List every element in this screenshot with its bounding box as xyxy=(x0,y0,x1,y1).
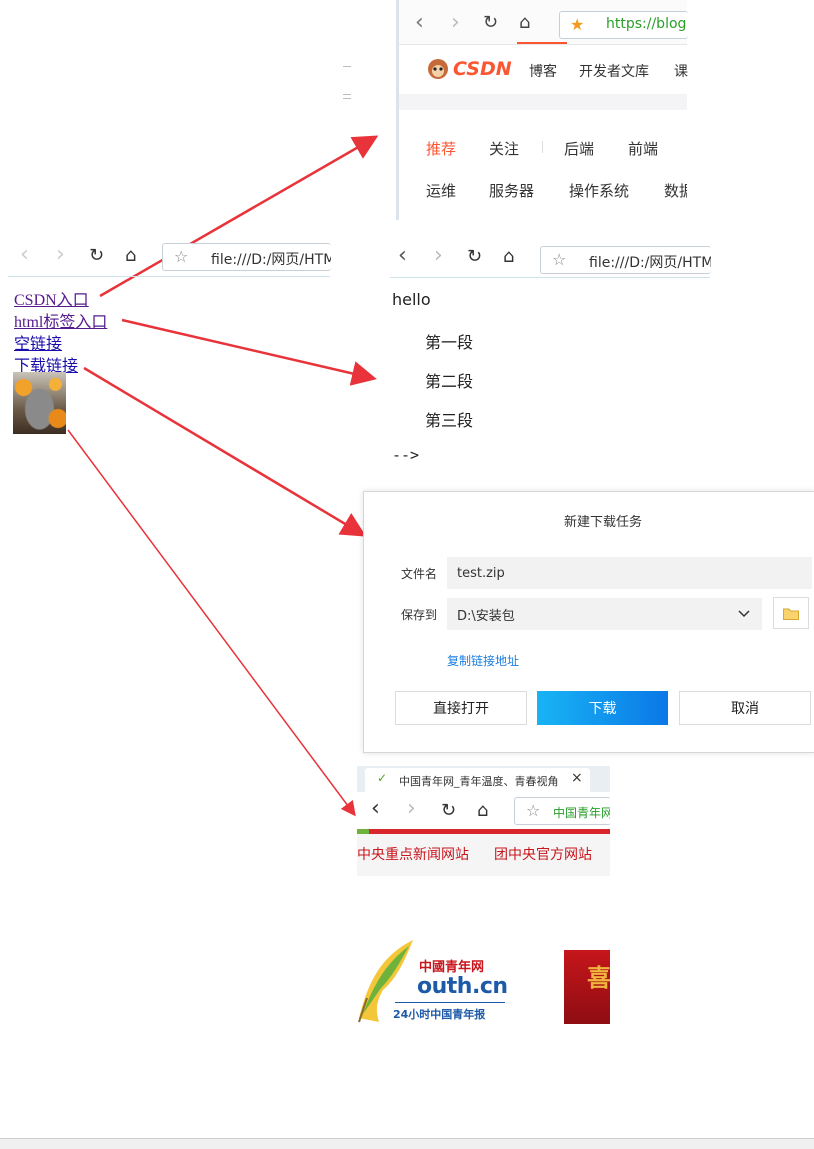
nav-league-site[interactable]: 团中央官方网站 xyxy=(494,844,592,864)
html-browser-window: ‹ › ↻ ⌂ ☆ file:///D:/网页/HTML hello 第一段 第… xyxy=(390,240,711,470)
dialog-title: 新建下载任务 xyxy=(564,515,643,530)
nav-central-news[interactable]: 中央重点新闻网站 xyxy=(357,844,469,864)
saveto-label: 保存到 xyxy=(401,608,438,622)
csdn-url-text: https://blog xyxy=(606,16,686,32)
csdn-logo: CSDN xyxy=(427,58,512,80)
forward-icon[interactable]: › xyxy=(56,242,65,267)
reload-icon[interactable]: ↻ xyxy=(483,12,498,33)
reload-icon[interactable]: ↻ xyxy=(89,245,104,266)
forward-icon[interactable]: › xyxy=(451,10,460,35)
divider-mark xyxy=(343,94,351,95)
tab-title: 中国青年网_青年温度、青春视角 xyxy=(399,775,559,788)
download-button[interactable]: 下载 xyxy=(537,691,668,725)
tab-server[interactable]: 服务器 xyxy=(489,180,534,201)
csdn-brand: CSDN xyxy=(453,58,512,80)
youth-url-text: 中国青年网 xyxy=(553,806,610,820)
banner-char: 喜 xyxy=(587,964,610,992)
divider-mark xyxy=(343,98,351,99)
logo-main-text: outh.cn xyxy=(417,974,508,999)
home-icon[interactable]: ⌂ xyxy=(477,800,488,821)
html-url-bar[interactable]: ☆ file:///D:/网页/HTML xyxy=(540,246,711,274)
filename-label: 文件名 xyxy=(401,567,438,581)
open-directly-button[interactable]: 直接打开 xyxy=(395,691,527,725)
csdn-browser-window: ‹ › ↻ ⌂ ★ https://blog CSDN 博客 开发者文库 课 推… xyxy=(396,0,688,220)
paragraph-2: 第二段 xyxy=(425,372,474,391)
main-url-bar[interactable]: ☆ file:///D:/网页/HTML xyxy=(162,243,331,271)
saveto-select[interactable]: D:\安装包 xyxy=(447,598,762,630)
top-nav-library[interactable]: 开发者文库 xyxy=(579,61,649,81)
browser-tab[interactable]: ✓ 中国青年网_青年温度、青春视角 × xyxy=(365,768,590,792)
back-icon[interactable]: ‹ xyxy=(371,796,380,821)
youth-favicon-icon: ✓ xyxy=(377,771,388,785)
reload-icon[interactable]: ↻ xyxy=(441,800,456,821)
html-url-text: file:///D:/网页/HTML xyxy=(589,255,711,271)
saveto-value: D:\安装包 xyxy=(457,608,515,624)
link-csdn[interactable]: CSDN入口 xyxy=(14,286,89,310)
tab-follow[interactable]: 关注 xyxy=(489,138,519,159)
logo-top-text: 中國青年网 xyxy=(419,960,485,975)
chevron-down-icon xyxy=(738,610,750,618)
tab-data[interactable]: 数据 xyxy=(664,180,687,201)
reload-icon[interactable]: ↻ xyxy=(467,246,482,267)
top-nav-course[interactable]: 课 xyxy=(674,61,688,81)
home-icon[interactable]: ⌂ xyxy=(125,245,136,266)
hello-text: hello xyxy=(392,290,431,309)
arrow-image xyxy=(67,429,356,817)
festive-banner[interactable]: 喜 xyxy=(564,950,610,1024)
forward-icon[interactable]: › xyxy=(407,796,416,821)
youth-logo: 中國青年网 outh.cn 24小时中国青年报 xyxy=(357,938,517,1024)
image-link-thumbnail[interactable] xyxy=(13,372,66,434)
tab-frontend[interactable]: 前端 xyxy=(628,138,658,159)
home-icon[interactable]: ⌂ xyxy=(503,246,514,267)
comment-end-text: --> xyxy=(392,446,420,464)
star-icon[interactable]: ★ xyxy=(570,15,584,34)
youth-url-bar[interactable]: ☆ 中国青年网 xyxy=(514,797,610,825)
filename-field[interactable]: test.zip xyxy=(447,557,812,589)
browse-folder-button[interactable] xyxy=(773,597,809,629)
csdn-url-bar[interactable]: ★ https://blog xyxy=(559,11,688,39)
back-icon[interactable]: ‹ xyxy=(415,10,424,35)
taskbar-strip xyxy=(0,1138,814,1149)
tab-backend[interactable]: 后端 xyxy=(564,138,594,159)
home-icon[interactable]: ⌂ xyxy=(519,12,530,33)
tab-ops[interactable]: 运维 xyxy=(426,180,456,201)
main-url-text: file:///D:/网页/HTML xyxy=(211,252,331,268)
divider-mark xyxy=(343,66,351,67)
youth-browser-window: ✓ 中国青年网_青年温度、青春视角 × ‹ › ↻ ⌂ ☆ 中国青年网 中央重点… xyxy=(357,766,610,1026)
close-icon[interactable]: × xyxy=(571,770,583,786)
paragraph-1: 第一段 xyxy=(425,333,474,352)
monkey-icon xyxy=(428,59,448,79)
back-icon[interactable]: ‹ xyxy=(398,243,407,268)
back-icon[interactable]: ‹ xyxy=(20,242,29,267)
logo-slogan: 24小时中国青年报 xyxy=(393,1008,486,1021)
folder-icon xyxy=(783,608,799,620)
star-outline-icon[interactable]: ☆ xyxy=(174,247,188,266)
link-html-tags[interactable]: html标签入口 xyxy=(14,308,107,332)
forward-icon[interactable]: › xyxy=(434,243,443,268)
paragraph-3: 第三段 xyxy=(425,411,474,430)
copy-link-address[interactable]: 复制链接地址 xyxy=(447,652,519,669)
star-outline-icon[interactable]: ☆ xyxy=(552,250,566,269)
cancel-button[interactable]: 取消 xyxy=(679,691,811,725)
star-outline-icon[interactable]: ☆ xyxy=(526,801,540,820)
link-empty[interactable]: 空链接 xyxy=(14,330,62,354)
download-dialog: 新建下载任务 文件名 test.zip 保存到 D:\安装包 复制链接地址 直接… xyxy=(363,491,814,753)
top-nav-blog[interactable]: 博客 xyxy=(529,61,557,81)
tab-os[interactable]: 操作系统 xyxy=(569,180,629,201)
tab-recommend[interactable]: 推荐 xyxy=(426,138,456,159)
main-browser-window: ‹ › ↻ ⌂ ☆ file:///D:/网页/HTML CSDN入口 html… xyxy=(0,240,331,440)
